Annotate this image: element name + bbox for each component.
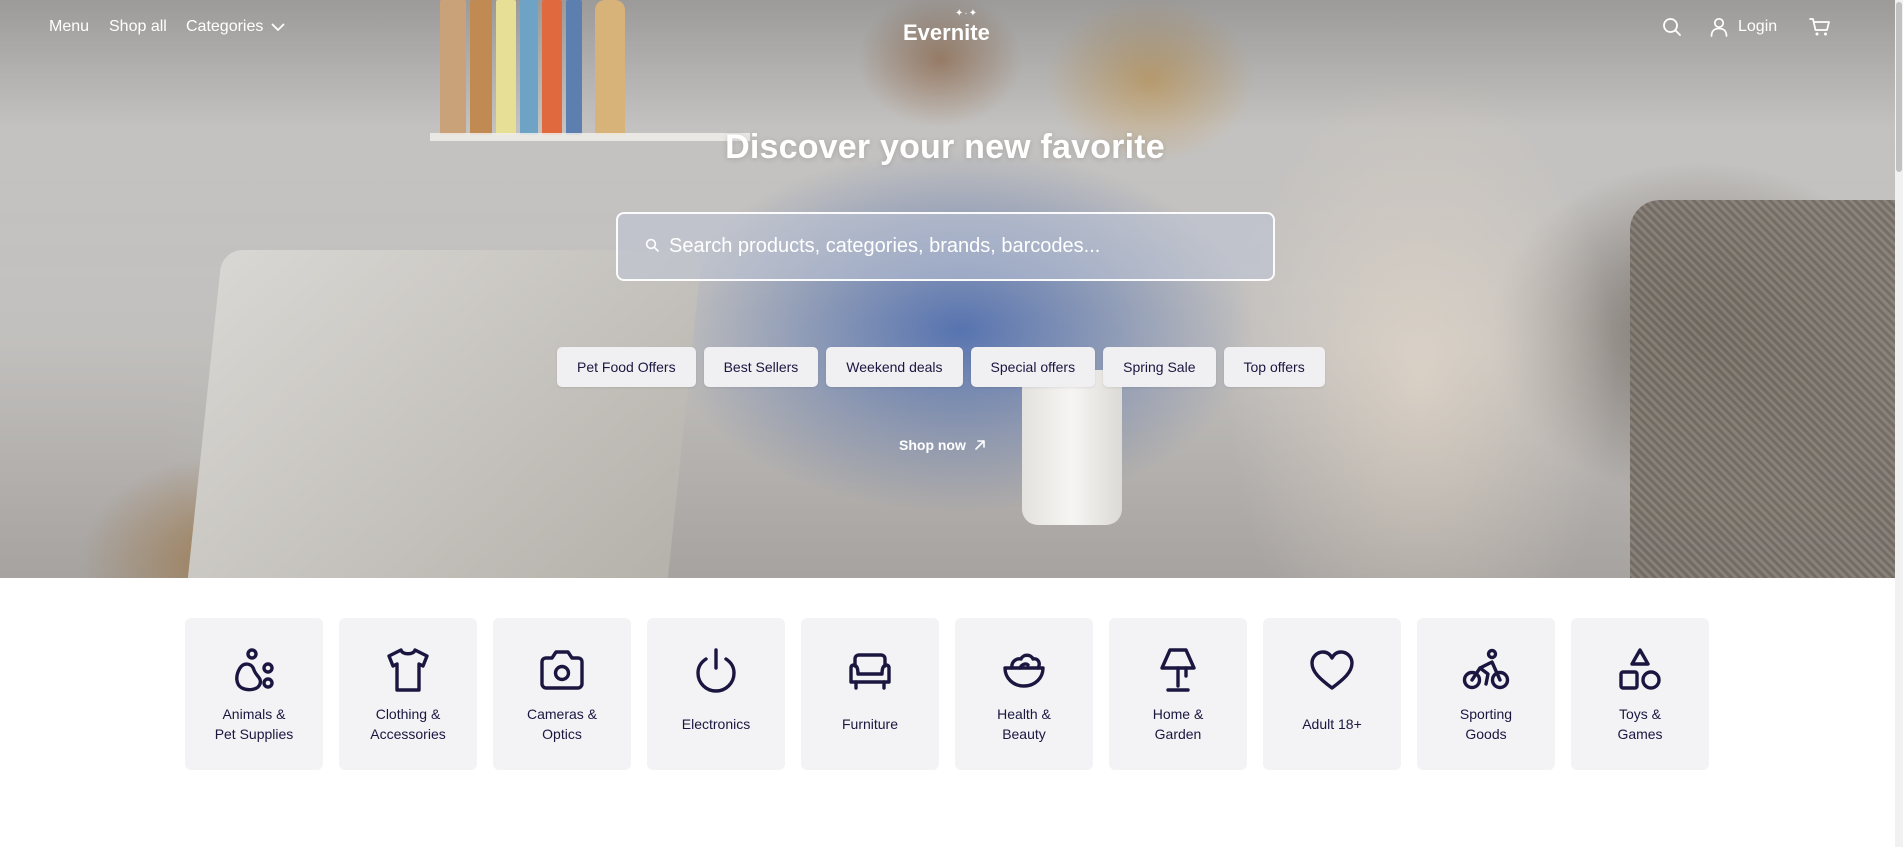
category-label: Adult 18+: [1302, 716, 1362, 732]
category-label: Toys & Games: [1617, 706, 1663, 742]
category-tile-adult-18[interactable]: Adult 18+: [1263, 618, 1401, 770]
nav-categories-label: Categories: [186, 18, 264, 35]
category-tile-cameras-optics[interactable]: Cameras & Optics: [493, 618, 631, 770]
category-tile-health-beauty[interactable]: Health & Beauty: [955, 618, 1093, 770]
category-grid: Animals & Pet Supplies Clothing & Access…: [185, 618, 1709, 770]
nav-menu-link[interactable]: Menu: [49, 18, 89, 36]
paw-icon: [235, 648, 274, 692]
bowl-icon: [1003, 653, 1045, 688]
search-icon[interactable]: [1662, 17, 1682, 37]
chevron-down-icon: [271, 23, 285, 31]
category-label: Clothing & Accessories: [370, 706, 446, 742]
sparkle-icon: ✦·✦: [955, 8, 979, 19]
cart-icon[interactable]: [1809, 17, 1831, 37]
chip-special-offers[interactable]: Special offers: [970, 347, 1096, 387]
hero-background-laptop: [187, 250, 703, 578]
category-tile-furniture[interactable]: Furniture: [801, 618, 939, 770]
lamp-icon: [1160, 648, 1196, 692]
hero-title: Discover your new favorite: [725, 128, 1165, 166]
category-tile-toys-games[interactable]: Toys & Games: [1571, 618, 1709, 770]
search-placeholder: Search products, categories, brands, bar…: [669, 235, 1101, 257]
nav-categories-dropdown[interactable]: Categories: [186, 18, 285, 36]
sofa-icon: [849, 653, 891, 690]
category-label: Health & Beauty: [997, 706, 1051, 742]
user-icon[interactable]: [1709, 17, 1729, 37]
bicycle-icon: [1462, 648, 1510, 690]
shop-now-label: Shop now: [899, 437, 966, 453]
category-tile-clothing-accessories[interactable]: Clothing & Accessories: [339, 618, 477, 770]
shirt-icon: [387, 648, 429, 692]
shop-now-link[interactable]: Shop now: [899, 437, 986, 453]
chip-weekend-deals[interactable]: Weekend deals: [826, 347, 963, 387]
category-label: Home & Garden: [1152, 706, 1204, 742]
category-label: Electronics: [681, 716, 751, 732]
camera-icon: [540, 650, 584, 690]
hero-background-mug: [1022, 370, 1122, 525]
chip-best-sellers[interactable]: Best Sellers: [703, 347, 819, 387]
category-tile-animals-pet-supplies[interactable]: Animals & Pet Supplies: [185, 618, 323, 770]
category-label: Sporting Goods: [1459, 706, 1513, 742]
scrollbar-thumb[interactable]: [1896, 2, 1902, 172]
promo-chips: Pet Food Offers Best Sellers Weekend dea…: [557, 347, 1325, 387]
chip-pet-food-offers[interactable]: Pet Food Offers: [557, 347, 696, 387]
hero-background-cushion: [1630, 200, 1895, 578]
top-navigation: Menu Shop all Categories ✦·✦ Evernite Lo…: [0, 0, 1895, 56]
category-label: Furniture: [841, 716, 899, 732]
search-icon: [645, 238, 659, 252]
heart-icon: [1310, 650, 1354, 690]
category-tile-home-garden[interactable]: Home & Garden: [1109, 618, 1247, 770]
brand-logo[interactable]: Evernite: [903, 20, 990, 46]
search-input[interactable]: Search products, categories, brands, bar…: [616, 212, 1275, 281]
power-icon: [696, 648, 736, 693]
arrow-up-right-icon: [975, 440, 985, 450]
shapes-icon: [1619, 648, 1661, 690]
page-scrollbar[interactable]: [1895, 0, 1903, 847]
category-tile-electronics[interactable]: Electronics: [647, 618, 785, 770]
category-label: Cameras & Optics: [526, 706, 598, 742]
nav-shop-all-link[interactable]: Shop all: [109, 18, 167, 36]
chip-top-offers[interactable]: Top offers: [1223, 347, 1325, 387]
category-label: Animals & Pet Supplies: [214, 706, 294, 742]
hero-banner: [0, 0, 1895, 578]
login-link[interactable]: Login: [1738, 18, 1777, 36]
chip-spring-sale[interactable]: Spring Sale: [1103, 347, 1216, 387]
category-tile-sporting-goods[interactable]: Sporting Goods: [1417, 618, 1555, 770]
